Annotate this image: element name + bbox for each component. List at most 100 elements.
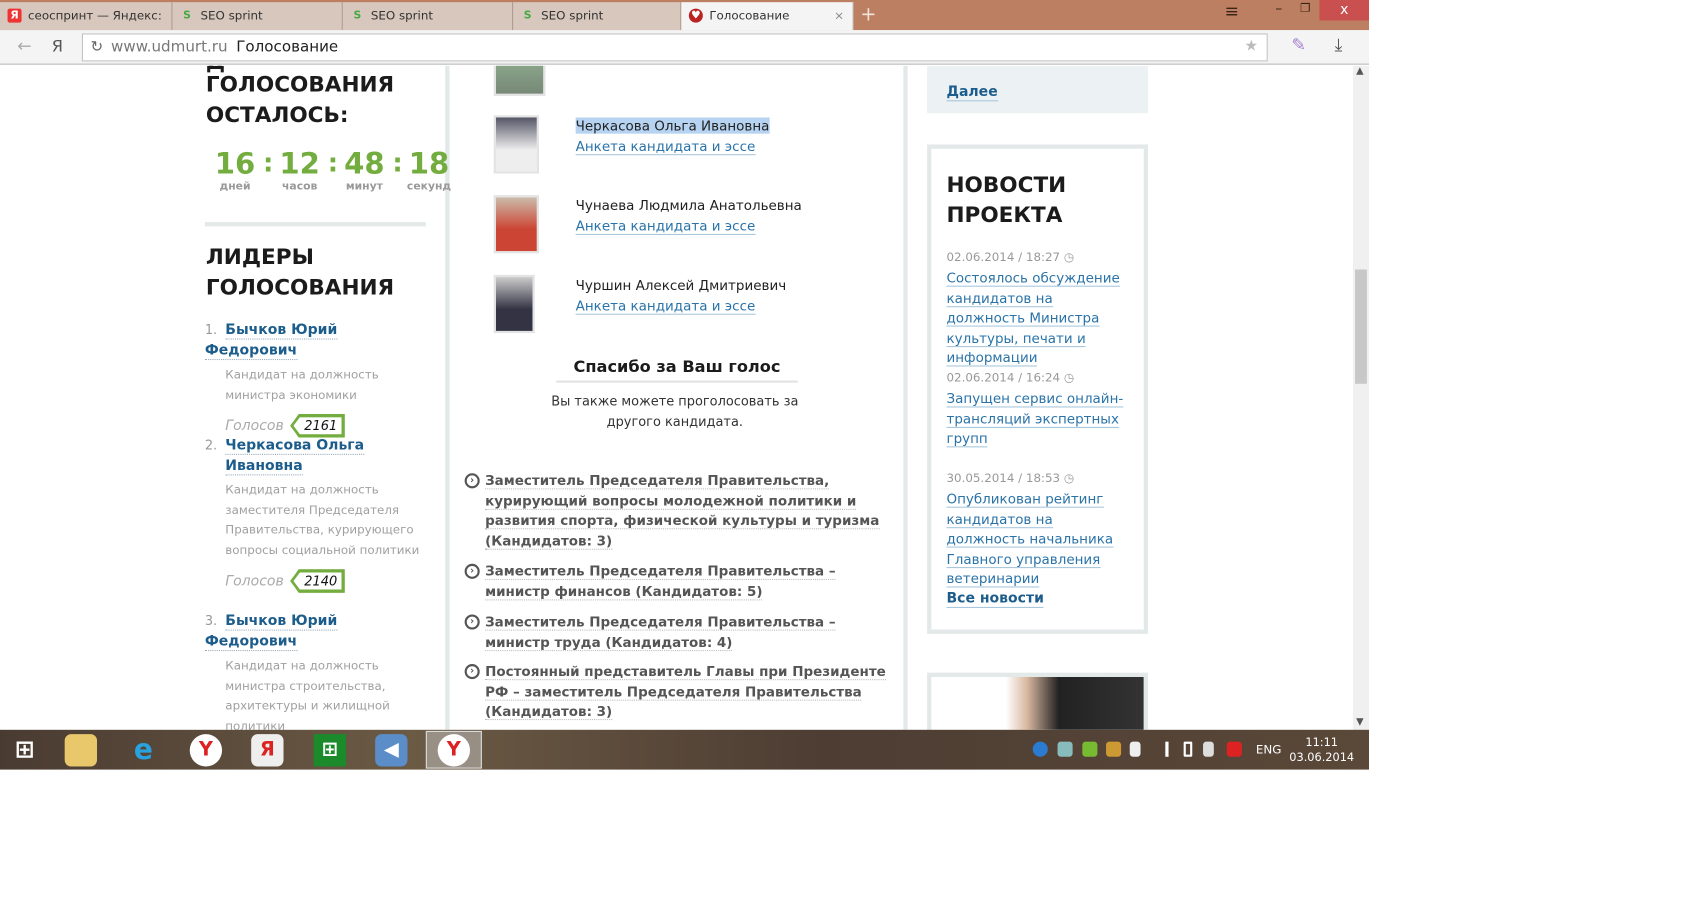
clock[interactable]: 11:11 03.06.2014 — [1289, 735, 1354, 765]
taskbar: ⊞ e Y Я ⊞ ◀ Y ENG 11:11 03.06.2014 — [0, 729, 1370, 770]
avira-icon[interactable] — [1226, 741, 1242, 757]
minimize-button[interactable]: – — [1275, 1, 1282, 23]
tab-seosprint-1[interactable]: S SEO sprint — [172, 2, 343, 31]
minutes-value: 48 — [344, 147, 385, 182]
hours-value: 12 — [279, 147, 320, 182]
new-tab-button[interactable]: + — [860, 3, 876, 26]
candidate-photo[interactable] — [493, 195, 539, 254]
category-item[interactable]: › Постоянный представитель Главы при През… — [464, 662, 891, 722]
candidate-photo[interactable] — [493, 274, 535, 334]
candidate-name: Черкасова Ольга Ивановна — [575, 117, 770, 134]
leader-name-link[interactable]: Бычков Юрий Федорович — [204, 322, 338, 361]
store-icon[interactable]: ⊞ — [313, 734, 347, 767]
scroll-down-icon[interactable]: ▼ — [1356, 717, 1363, 728]
file-explorer-icon[interactable] — [64, 734, 98, 767]
volume-muted-icon[interactable] — [1203, 741, 1214, 757]
tab-seosprint-2[interactable]: S SEO sprint — [342, 2, 514, 31]
scrollbar-thumb[interactable] — [1355, 269, 1367, 384]
leader-name-link[interactable]: Бычков Юрий Федорович — [204, 613, 338, 652]
leader-rank: 1. — [204, 322, 218, 338]
leader-name-link[interactable]: Черкасова Ольга Ивановна — [225, 438, 365, 476]
separator: : — [392, 147, 403, 178]
browser-window: Ясеоспринт — Яндекс: S SEO sprint S SEO sp… — [0, 0, 1370, 770]
scroll-up-icon[interactable]: ▲ — [1356, 66, 1363, 77]
tray-app-icon[interactable] — [1032, 741, 1048, 757]
votes-label: Голосов — [225, 417, 284, 434]
candidate-profile-link[interactable]: Анкета кандидата и эссе — [575, 298, 756, 315]
back-icon[interactable]: ← — [17, 36, 31, 56]
news-link[interactable]: Состоялось обсуждение кандидатов на долж… — [946, 268, 1135, 368]
internet-explorer-icon[interactable]: e — [127, 734, 159, 766]
clock-icon: ◷ — [1063, 250, 1075, 265]
address-domain: www.udmurt.ru — [111, 38, 228, 57]
battery-icon[interactable] — [1183, 741, 1193, 757]
tab-golosovanie[interactable]: ♥ Голосование × — [681, 2, 854, 31]
scrollbar[interactable]: ▲ ▼ — [1352, 65, 1370, 730]
hours-label: часов — [282, 181, 318, 193]
all-news-link[interactable]: Все новости — [946, 591, 1044, 608]
next-link[interactable]: Далее — [946, 84, 998, 102]
thanks-text: Вы также можете проголосовать за другого… — [551, 393, 799, 430]
votes-badge: 2161 — [290, 413, 345, 438]
close-window-button[interactable]: x — [1319, 0, 1370, 21]
tab-seosprint-3[interactable]: S SEO sprint — [513, 2, 682, 31]
separator: : — [327, 147, 339, 178]
candidate-photo[interactable] — [493, 115, 539, 174]
banner-image[interactable] — [927, 672, 1149, 730]
tab-yandex-search[interactable]: Ясеоспринт — Яндекс: — [0, 2, 173, 31]
package-icon[interactable] — [1106, 741, 1122, 757]
active-taskbar-item[interactable]: Y — [425, 730, 482, 769]
chevron-circle-icon: › — [464, 664, 480, 680]
candidate-photo[interactable] — [493, 65, 546, 96]
category-item[interactable]: › Заместитель Председателя Правительства,… — [464, 471, 891, 551]
tab-bar: Ясеоспринт — Яндекс: S SEO sprint S SEO sp… — [0, 0, 1370, 31]
news-link[interactable]: Опубликован рейтинг кандидатов на должно… — [946, 489, 1135, 589]
action-center-flag-icon[interactable] — [1129, 741, 1141, 757]
candidate-profile-link[interactable]: Анкета кандидата и эссе — [575, 218, 756, 236]
windows-start-icon[interactable]: ⊞ — [9, 734, 41, 766]
countdown-heading: ГОЛОСОВАНИЯ ОСТАЛОСЬ: — [205, 71, 395, 128]
close-tab-icon[interactable]: × — [834, 9, 844, 23]
bookmark-star-icon[interactable]: ★ — [1244, 38, 1258, 55]
news-item: 02.06.2014 / 18:27 ◷ Состоялось обсуждени… — [946, 250, 1135, 368]
news-link[interactable]: Запущен сервис онлайн-трансляций эксперт… — [946, 389, 1135, 449]
chevron-circle-icon: › — [464, 563, 480, 579]
thanks-heading: Спасибо за Ваш голос — [556, 357, 798, 383]
candidate-name: Чуршин Алексей Дмитриевич — [575, 277, 787, 294]
category-item[interactable]: › Заместитель Председателя Правительства … — [464, 562, 891, 602]
leader-description: Кандидат на должность министра строитель… — [225, 658, 390, 730]
language-indicator[interactable]: ENG — [1256, 743, 1282, 757]
download-icon[interactable]: ⤓ — [1335, 34, 1343, 56]
yandex-browser-icon[interactable]: Y — [189, 734, 223, 767]
reload-icon[interactable]: ↻ — [91, 39, 104, 56]
seosprint-icon: S — [353, 9, 362, 22]
leader-item: 1. Бычков Юрий Федорович Кандидат на дол… — [204, 320, 431, 438]
clock-icon: ◷ — [1063, 370, 1075, 385]
chevron-circle-icon: › — [464, 614, 480, 630]
votes-label: Голосов — [225, 572, 284, 590]
page-content: Д ГОЛОСОВАНИЯ ОСТАЛОСЬ: 16дней : 12часов… — [0, 65, 1353, 730]
days-value: 16 — [214, 147, 256, 182]
yandex-home-icon[interactable]: Я — [52, 37, 63, 56]
address-bar[interactable]: ↻ www.udmurt.ru Голосование ★ — [81, 33, 1268, 62]
tab-label: сеоспринт — Яндекс: — [28, 8, 162, 23]
candidate-profile-link[interactable]: Анкета кандидата и эссе — [575, 138, 756, 156]
seconds-label: секунд — [406, 181, 452, 193]
category-item[interactable]: › Заместитель Председателя Правительства … — [464, 612, 891, 652]
network-signal-icon[interactable] — [1153, 741, 1169, 757]
leader-item: 2. Черкасова Ольга Ивановна Кандидат на … — [205, 436, 431, 593]
speaker-app-icon[interactable]: ◀ — [375, 734, 408, 767]
days-label: дней — [219, 181, 251, 193]
tab-label: SEO sprint — [200, 8, 263, 23]
feather-icon[interactable]: ✎ — [1291, 34, 1305, 54]
menu-icon[interactable]: ≡ — [1225, 1, 1239, 23]
minutes-label: минут — [345, 181, 383, 193]
seconds-value: 18 — [408, 147, 450, 182]
yandex-icon[interactable]: Я — [251, 734, 284, 767]
leader-description: Кандидат на должность министра экономики — [225, 367, 379, 402]
restore-button[interactable]: ❐ — [1300, 1, 1311, 23]
tab-label: SEO sprint — [541, 8, 604, 23]
printer-icon[interactable] — [1057, 741, 1073, 757]
nvidia-icon[interactable] — [1082, 741, 1098, 757]
column-divider — [903, 65, 908, 730]
